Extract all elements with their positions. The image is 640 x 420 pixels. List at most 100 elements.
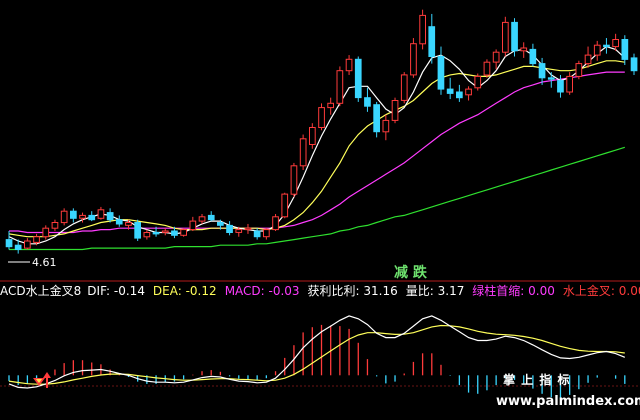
candle xyxy=(290,162,298,197)
candle-body xyxy=(373,104,380,133)
readout-获利比利: 获利比利: 31.16 xyxy=(308,284,398,298)
candle-body xyxy=(299,138,307,167)
readout-DIF: DIF: -0.14 xyxy=(87,284,145,298)
candle-body xyxy=(161,230,169,233)
watermark-brand: 掌 上 指 标 xyxy=(503,372,571,387)
candle-body xyxy=(575,63,583,77)
candle-body xyxy=(290,165,298,195)
candle-body xyxy=(520,47,528,52)
candle-body xyxy=(584,54,592,65)
candle-body xyxy=(217,222,224,226)
candle xyxy=(373,101,380,138)
candle xyxy=(134,219,142,241)
candle-body xyxy=(400,74,408,101)
candle-body xyxy=(492,51,500,63)
candle-body xyxy=(244,227,252,231)
candle-body xyxy=(171,230,178,236)
candle-body xyxy=(106,212,114,221)
candle-body xyxy=(465,88,472,96)
indicator-readouts: ACD水上金叉8 DIF: -0.14 DEA: -0.12 MACD: -0.03… xyxy=(0,283,640,298)
candle-body xyxy=(529,48,537,65)
candle xyxy=(180,228,188,237)
candle-body xyxy=(253,230,261,238)
candle xyxy=(60,208,68,226)
readout-水上金叉: 水上金叉: 0.00 xyxy=(563,283,640,298)
candle-body xyxy=(446,88,454,94)
indicator-title: ACD水上金叉8 xyxy=(0,283,81,298)
candle-body xyxy=(327,102,334,109)
candle-body xyxy=(281,193,289,218)
low-marker-label: 4.61 xyxy=(32,256,57,269)
candle xyxy=(281,192,289,219)
candle-body xyxy=(354,58,362,99)
candle-body xyxy=(364,97,371,107)
candle xyxy=(299,134,307,171)
candle-body xyxy=(207,214,215,221)
candle-body xyxy=(630,57,638,72)
candle-body xyxy=(24,240,31,249)
candle-body xyxy=(79,214,86,219)
candle-body xyxy=(391,100,399,121)
candle-body xyxy=(566,75,573,93)
candle-body xyxy=(336,70,344,104)
candle-body xyxy=(70,210,77,219)
candle-body xyxy=(97,209,105,219)
watermark-url: www.palmindex.com xyxy=(496,394,640,409)
candle xyxy=(511,18,518,57)
candle-body xyxy=(410,43,417,76)
candle-body xyxy=(152,232,160,235)
candle-body xyxy=(42,227,50,238)
candle-body xyxy=(511,21,518,52)
candle-body xyxy=(60,210,68,224)
candle-body xyxy=(483,61,491,76)
candle-body xyxy=(621,39,629,60)
candle-body xyxy=(5,239,13,248)
candle-body xyxy=(428,26,436,57)
candle-body xyxy=(180,229,188,236)
candle-body xyxy=(14,244,22,250)
candle-body xyxy=(547,77,555,80)
candle-body xyxy=(474,75,482,89)
candle-body xyxy=(51,222,59,229)
candle-body xyxy=(309,127,316,145)
candle-body xyxy=(612,39,619,48)
candle xyxy=(336,66,344,107)
candle-body xyxy=(226,224,233,233)
candle xyxy=(419,9,426,50)
candle xyxy=(272,214,279,232)
candle-body xyxy=(33,236,40,243)
candle-body xyxy=(382,119,390,133)
candle xyxy=(309,123,316,149)
candle xyxy=(354,56,362,102)
candle-body xyxy=(134,222,142,239)
candle-body xyxy=(593,44,601,56)
candle-body xyxy=(538,63,546,79)
stock-chart: 4.61 减 跌 ACD水上金叉8 DIF: -0.14 DEA: -0.12 MA… xyxy=(0,0,640,420)
readout-量比: 量比: 3.17 xyxy=(406,284,465,298)
candle xyxy=(391,97,399,124)
signal-label: 减 跌 xyxy=(394,264,428,281)
readout-绿柱首缩: 绿柱首缩: 0.00 xyxy=(472,283,555,298)
candle-body xyxy=(272,216,279,231)
candle xyxy=(474,73,482,91)
candle-body xyxy=(143,232,151,238)
candle xyxy=(502,16,509,57)
candle-body xyxy=(437,56,445,90)
candle-body xyxy=(263,229,270,238)
candle-body xyxy=(115,219,123,225)
candle xyxy=(400,72,408,104)
candle-body xyxy=(318,107,325,128)
candle-body xyxy=(125,222,132,226)
candle-body xyxy=(88,214,96,221)
candle xyxy=(410,38,417,78)
candle-body xyxy=(557,80,564,93)
candle-body xyxy=(502,21,509,53)
candle-body xyxy=(603,44,610,48)
candle xyxy=(575,60,583,80)
candle-body xyxy=(456,91,463,99)
readout-DEA: DEA: -0.12 xyxy=(153,284,217,298)
candle xyxy=(318,103,325,131)
candle-body xyxy=(235,229,243,233)
candle-body xyxy=(189,220,197,231)
candle-body xyxy=(419,14,426,45)
